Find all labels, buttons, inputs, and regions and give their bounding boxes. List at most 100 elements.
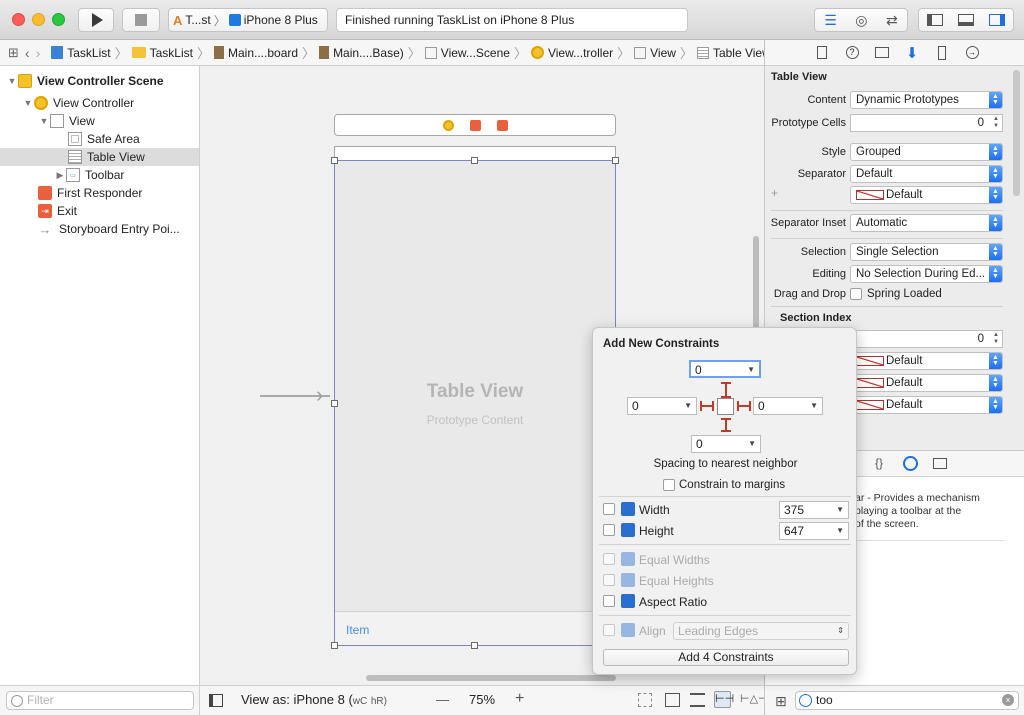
index-tracking-popup[interactable]: Default ▲ ▼ [850, 396, 1003, 414]
width-checkbox[interactable] [603, 503, 615, 515]
add-constraints-icon[interactable]: ⊢⊣ [714, 691, 734, 708]
separator-color-popup[interactable]: Default ▲ ▼ [850, 186, 1003, 204]
jump-item-storyboard-base[interactable]: Main....Base) [316, 46, 407, 60]
outline-toggle-icon[interactable] [209, 694, 223, 707]
run-button[interactable] [78, 8, 114, 32]
editing-popup[interactable]: No Selection During Ed... ▲ ▼ [850, 265, 1003, 283]
view-as-label[interactable]: View as: iPhone 8 (wC hR) [241, 692, 387, 707]
embed-in-icon[interactable] [638, 693, 652, 707]
constrain-margins-checkbox[interactable] [663, 479, 675, 491]
prototype-cells-field[interactable]: 0 ▲ ▼ [850, 114, 1003, 132]
view-controller-icon[interactable] [442, 119, 454, 131]
resize-handle[interactable] [331, 400, 338, 407]
disclosure-closed-icon[interactable]: ▶ [54, 170, 66, 181]
add-constraints-button[interactable]: Add 4 Constraints [603, 649, 849, 666]
height-field[interactable]: 647 ▼ [779, 522, 849, 540]
back-arrow-icon[interactable]: ‹ [22, 45, 33, 61]
content-popup[interactable]: Dynamic Prototypes ▲ ▼ [850, 91, 1003, 109]
align-icon[interactable] [690, 693, 705, 707]
table-view[interactable]: Table View Prototype Content Item [334, 160, 616, 646]
index-color-popup[interactable]: Default ▲ ▼ [850, 352, 1003, 370]
width-field[interactable]: 375 ▼ [779, 501, 849, 519]
outline-row-safe-area[interactable]: Safe Area [0, 130, 199, 148]
selection-popup[interactable]: Single Selection ▲ ▼ [850, 243, 1003, 261]
clear-search-icon[interactable]: × [1002, 694, 1014, 706]
right-spacing-field[interactable]: 0 ▼ [753, 397, 823, 415]
zoom-out-button[interactable]: — [436, 692, 449, 707]
jump-item-storyboard[interactable]: Main....board [211, 46, 301, 60]
jump-item-view[interactable]: View [631, 46, 679, 60]
zoom-in-button[interactable]: + [515, 690, 524, 708]
grid-view-icon[interactable]: ⊞ [775, 693, 787, 710]
first-responder-icon[interactable] [469, 119, 481, 131]
code-snippet-icon[interactable]: {} [875, 456, 883, 470]
spring-loaded-checkbox[interactable] [850, 288, 862, 300]
left-spacing-field[interactable]: 0 ▼ [627, 397, 697, 415]
resize-handle[interactable] [331, 642, 338, 649]
section-index-field[interactable]: 0 ▲ ▼ [850, 330, 1003, 348]
identity-inspector-icon[interactable] [871, 44, 893, 62]
exit-icon[interactable] [496, 119, 508, 131]
related-items-icon[interactable]: ⊞ [0, 45, 22, 61]
debug-toggle-icon[interactable] [957, 14, 974, 26]
close-window-button[interactable] [12, 13, 25, 26]
forward-arrow-icon[interactable]: › [33, 45, 49, 61]
navigator-toggle-icon[interactable] [926, 14, 943, 26]
resize-handle[interactable] [471, 642, 478, 649]
index-background-popup[interactable]: Default ▲ ▼ [850, 374, 1003, 392]
separator-inset-popup[interactable]: Automatic ▲ ▼ [850, 214, 1003, 232]
outline-row-exit[interactable]: ⇥ Exit [0, 202, 199, 220]
jump-item-scene[interactable]: View...Scene [422, 46, 513, 60]
file-inspector-icon[interactable] [811, 44, 833, 62]
minimize-window-button[interactable] [32, 13, 45, 26]
resize-handle[interactable] [612, 157, 619, 164]
aspect-ratio-checkbox[interactable] [603, 595, 615, 607]
toolbar-item[interactable]: Item [346, 623, 369, 637]
outline-row-toolbar[interactable]: ▶ ▭ Toolbar [0, 166, 199, 184]
size-inspector-icon[interactable] [931, 44, 953, 62]
help-inspector-icon[interactable]: ? [841, 44, 863, 62]
scheme-selector[interactable]: A T...st 〉 iPhone 8 Plus [168, 8, 328, 32]
horizontal-scrollbar[interactable] [366, 675, 616, 681]
version-editor-icon[interactable]: ⇄ [886, 12, 898, 29]
style-popup[interactable]: Grouped ▲ ▼ [850, 143, 1003, 161]
outline-row-entry-point[interactable]: → Storyboard Entry Poi... [0, 220, 199, 238]
toolbar-preview[interactable]: Item [335, 611, 615, 645]
align-popup[interactable]: Leading Edges ⇕ [673, 622, 849, 640]
outline-row-table-view[interactable]: Table View [0, 148, 199, 166]
separator-popup[interactable]: Default ▲ ▼ [850, 165, 1003, 183]
utilities-toggle-icon[interactable] [989, 14, 1006, 26]
jump-item-folder[interactable]: TaskList [129, 46, 196, 60]
outline-filter-input[interactable]: Filter [6, 691, 194, 710]
disclosure-open-icon[interactable]: ▼ [6, 76, 18, 86]
equal-heights-checkbox[interactable] [603, 574, 615, 586]
add-variation-button[interactable]: + [771, 186, 778, 200]
outline-row-first-responder[interactable]: First Responder [0, 184, 199, 202]
disclosure-open-icon[interactable]: ▼ [22, 98, 34, 108]
top-spacing-field[interactable]: 0 ▼ [689, 360, 761, 378]
jump-item-project[interactable]: TaskList [48, 46, 113, 60]
outline-row-scene[interactable]: ▼ View Controller Scene [0, 72, 199, 90]
outline-row-view[interactable]: ▼ View [0, 112, 199, 130]
object-library-icon[interactable] [903, 456, 918, 471]
library-search-input[interactable]: too × [795, 691, 1019, 710]
jump-item-table-view[interactable]: Table View [694, 46, 774, 60]
equal-widths-checkbox[interactable] [603, 553, 615, 565]
align-checkbox[interactable] [603, 624, 615, 636]
jump-item-view-controller[interactable]: View...troller [528, 46, 616, 60]
attributes-inspector-icon[interactable]: ⬇ [901, 44, 923, 62]
update-frames-icon[interactable] [665, 693, 680, 707]
resize-handle[interactable] [471, 157, 478, 164]
media-library-icon[interactable] [933, 458, 947, 469]
connections-inspector-icon[interactable]: → [961, 44, 983, 62]
height-checkbox[interactable] [603, 524, 615, 536]
stop-button[interactable] [122, 8, 160, 32]
outline-row-view-controller[interactable]: ▼ View Controller [0, 94, 199, 112]
bottom-spacing-field[interactable]: 0 ▼ [691, 435, 761, 453]
standard-editor-icon[interactable]: ☰ [824, 12, 837, 29]
resize-handle[interactable] [331, 157, 338, 164]
inspector-scrollbar[interactable] [1013, 70, 1020, 196]
zoom-window-button[interactable] [52, 13, 65, 26]
disclosure-open-icon[interactable]: ▼ [38, 116, 50, 126]
assistant-editor-icon[interactable]: ◎ [855, 12, 867, 29]
